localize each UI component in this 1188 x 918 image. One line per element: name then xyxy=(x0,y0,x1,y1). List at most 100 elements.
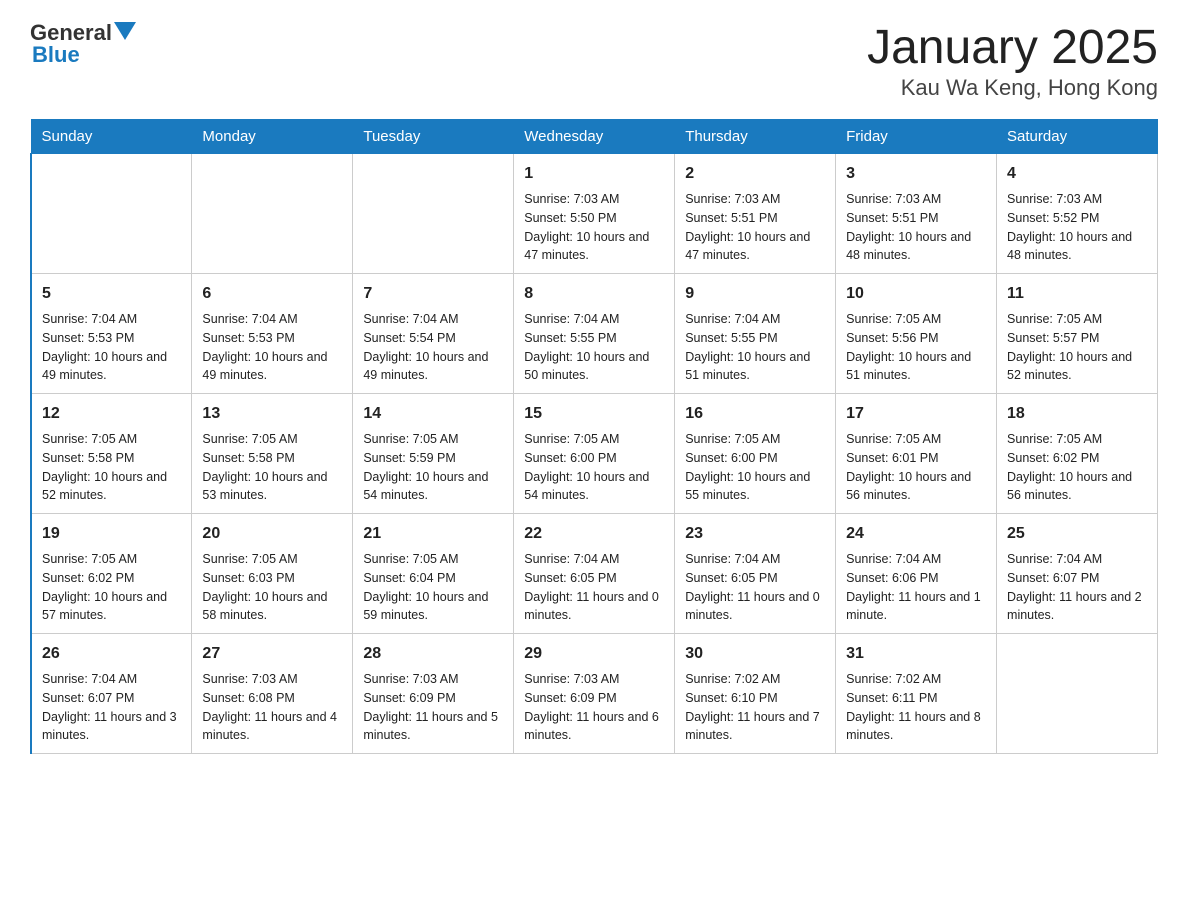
calendar-cell: 29 Sunrise: 7:03 AMSunset: 6:09 PMDayligh… xyxy=(514,634,675,754)
day-number: 1 xyxy=(524,162,664,186)
calendar-cell: 11 Sunrise: 7:05 AMSunset: 5:57 PMDayligh… xyxy=(997,274,1158,394)
calendar-table: Sunday Monday Tuesday Wednesday Thursday… xyxy=(30,119,1158,754)
calendar-cell: 7 Sunrise: 7:04 AMSunset: 5:54 PMDaylight… xyxy=(353,274,514,394)
col-monday: Monday xyxy=(192,120,353,154)
calendar-cell xyxy=(31,154,192,274)
day-info: Sunrise: 7:05 AMSunset: 6:00 PMDaylight:… xyxy=(685,430,825,505)
calendar-cell: 17Sunrise: 7:05 AMSunset: 6:01 PMDayligh… xyxy=(836,394,997,514)
calendar-cell: 19Sunrise: 7:05 AMSunset: 6:02 PMDayligh… xyxy=(31,514,192,634)
col-tuesday: Tuesday xyxy=(353,120,514,154)
day-info: Sunrise: 7:02 AMSunset: 6:11 PMDaylight:… xyxy=(846,670,986,745)
title-block: January 2025 Kau Wa Keng, Hong Kong xyxy=(867,20,1158,101)
day-number: 10 xyxy=(846,282,986,306)
week-row-4: 19Sunrise: 7:05 AMSunset: 6:02 PMDayligh… xyxy=(31,514,1158,634)
calendar-cell: 15 Sunrise: 7:05 AMSunset: 6:00 PMDayligh… xyxy=(514,394,675,514)
calendar-cell: 12Sunrise: 7:05 AMSunset: 5:58 PMDayligh… xyxy=(31,394,192,514)
day-number: 11 xyxy=(1007,282,1147,306)
day-number: 13 xyxy=(202,402,342,426)
days-of-week-row: Sunday Monday Tuesday Wednesday Thursday… xyxy=(31,120,1158,154)
day-info: Sunrise: 7:05 AMSunset: 6:03 PMDaylight:… xyxy=(202,550,342,625)
day-number: 3 xyxy=(846,162,986,186)
day-info: Sunrise: 7:05 AMSunset: 6:04 PMDaylight:… xyxy=(363,550,503,625)
day-info: Sunrise: 7:05 AMSunset: 5:59 PMDaylight:… xyxy=(363,430,503,505)
day-number: 5 xyxy=(42,282,181,306)
calendar-cell xyxy=(997,634,1158,754)
day-info: Sunrise: 7:05 AMSunset: 6:02 PMDaylight:… xyxy=(1007,430,1147,505)
day-info: Sunrise: 7:05 AMSunset: 5:58 PMDaylight:… xyxy=(42,430,181,505)
calendar-cell: 23Sunrise: 7:04 AMSunset: 6:05 PMDayligh… xyxy=(675,514,836,634)
calendar-cell: 5 Sunrise: 7:04 AMSunset: 5:53 PMDaylight… xyxy=(31,274,192,394)
calendar-body: 1Sunrise: 7:03 AMSunset: 5:50 PMDaylight… xyxy=(31,154,1158,754)
week-row-2: 5 Sunrise: 7:04 AMSunset: 5:53 PMDaylight… xyxy=(31,274,1158,394)
calendar-cell: 26 Sunrise: 7:04 AMSunset: 6:07 PMDayligh… xyxy=(31,634,192,754)
day-number: 4 xyxy=(1007,162,1147,186)
week-row-1: 1Sunrise: 7:03 AMSunset: 5:50 PMDaylight… xyxy=(31,154,1158,274)
col-sunday: Sunday xyxy=(31,120,192,154)
day-info: Sunrise: 7:04 AMSunset: 6:07 PMDaylight:… xyxy=(1007,550,1147,625)
calendar-title: January 2025 xyxy=(867,20,1158,75)
day-info: Sunrise: 7:05 AMSunset: 5:58 PMDaylight:… xyxy=(202,430,342,505)
calendar-cell: 30 Sunrise: 7:02 AMSunset: 6:10 PMDayligh… xyxy=(675,634,836,754)
day-info: Sunrise: 7:04 AMSunset: 6:07 PMDaylight:… xyxy=(42,670,181,745)
day-info: Sunrise: 7:04 AMSunset: 5:53 PMDaylight:… xyxy=(42,310,181,385)
logo-blue-text: Blue xyxy=(30,42,80,68)
calendar-cell xyxy=(353,154,514,274)
day-number: 23 xyxy=(685,522,825,546)
calendar-cell: 9 Sunrise: 7:04 AMSunset: 5:55 PMDaylight… xyxy=(675,274,836,394)
day-info: Sunrise: 7:05 AMSunset: 6:00 PMDaylight:… xyxy=(524,430,664,505)
day-number: 20 xyxy=(202,522,342,546)
calendar-cell: 24 Sunrise: 7:04 AMSunset: 6:06 PMDayligh… xyxy=(836,514,997,634)
calendar-cell: 6Sunrise: 7:04 AMSunset: 5:53 PMDaylight… xyxy=(192,274,353,394)
week-row-3: 12Sunrise: 7:05 AMSunset: 5:58 PMDayligh… xyxy=(31,394,1158,514)
day-info: Sunrise: 7:03 AMSunset: 5:51 PMDaylight:… xyxy=(846,190,986,265)
logo-triangle-icon xyxy=(114,22,136,40)
calendar-cell: 18 Sunrise: 7:05 AMSunset: 6:02 PMDayligh… xyxy=(997,394,1158,514)
day-number: 9 xyxy=(685,282,825,306)
day-info: Sunrise: 7:03 AMSunset: 6:08 PMDaylight:… xyxy=(202,670,342,745)
day-number: 15 xyxy=(524,402,664,426)
calendar-cell: 3 Sunrise: 7:03 AMSunset: 5:51 PMDaylight… xyxy=(836,154,997,274)
day-number: 24 xyxy=(846,522,986,546)
calendar-cell: 20 Sunrise: 7:05 AMSunset: 6:03 PMDayligh… xyxy=(192,514,353,634)
col-thursday: Thursday xyxy=(675,120,836,154)
calendar-cell: 25 Sunrise: 7:04 AMSunset: 6:07 PMDayligh… xyxy=(997,514,1158,634)
calendar-cell: 27 Sunrise: 7:03 AMSunset: 6:08 PMDayligh… xyxy=(192,634,353,754)
day-info: Sunrise: 7:03 AMSunset: 5:51 PMDaylight:… xyxy=(685,190,825,265)
day-info: Sunrise: 7:04 AMSunset: 5:55 PMDaylight:… xyxy=(685,310,825,385)
day-info: Sunrise: 7:04 AMSunset: 5:54 PMDaylight:… xyxy=(363,310,503,385)
day-number: 6 xyxy=(202,282,342,306)
calendar-cell: 4 Sunrise: 7:03 AMSunset: 5:52 PMDaylight… xyxy=(997,154,1158,274)
day-number: 31 xyxy=(846,642,986,666)
calendar-cell: 31 Sunrise: 7:02 AMSunset: 6:11 PMDayligh… xyxy=(836,634,997,754)
week-row-5: 26 Sunrise: 7:04 AMSunset: 6:07 PMDayligh… xyxy=(31,634,1158,754)
calendar-subtitle: Kau Wa Keng, Hong Kong xyxy=(867,75,1158,101)
day-number: 25 xyxy=(1007,522,1147,546)
day-number: 17 xyxy=(846,402,986,426)
calendar-cell: 8Sunrise: 7:04 AMSunset: 5:55 PMDaylight… xyxy=(514,274,675,394)
calendar-cell: 1Sunrise: 7:03 AMSunset: 5:50 PMDaylight… xyxy=(514,154,675,274)
day-info: Sunrise: 7:02 AMSunset: 6:10 PMDaylight:… xyxy=(685,670,825,745)
day-number: 7 xyxy=(363,282,503,306)
day-number: 2 xyxy=(685,162,825,186)
day-info: Sunrise: 7:03 AMSunset: 5:52 PMDaylight:… xyxy=(1007,190,1147,265)
day-number: 27 xyxy=(202,642,342,666)
calendar-cell: 13 Sunrise: 7:05 AMSunset: 5:58 PMDayligh… xyxy=(192,394,353,514)
day-number: 30 xyxy=(685,642,825,666)
day-number: 14 xyxy=(363,402,503,426)
col-wednesday: Wednesday xyxy=(514,120,675,154)
day-info: Sunrise: 7:04 AMSunset: 6:06 PMDaylight:… xyxy=(846,550,986,625)
calendar-cell: 16Sunrise: 7:05 AMSunset: 6:00 PMDayligh… xyxy=(675,394,836,514)
day-number: 29 xyxy=(524,642,664,666)
calendar-cell: 22Sunrise: 7:04 AMSunset: 6:05 PMDayligh… xyxy=(514,514,675,634)
calendar-cell: 14 Sunrise: 7:05 AMSunset: 5:59 PMDayligh… xyxy=(353,394,514,514)
day-info: Sunrise: 7:05 AMSunset: 5:57 PMDaylight:… xyxy=(1007,310,1147,385)
day-info: Sunrise: 7:04 AMSunset: 5:55 PMDaylight:… xyxy=(524,310,664,385)
day-info: Sunrise: 7:05 AMSunset: 6:02 PMDaylight:… xyxy=(42,550,181,625)
day-number: 21 xyxy=(363,522,503,546)
day-number: 28 xyxy=(363,642,503,666)
calendar-cell: 21 Sunrise: 7:05 AMSunset: 6:04 PMDayligh… xyxy=(353,514,514,634)
day-number: 26 xyxy=(42,642,181,666)
day-info: Sunrise: 7:03 AMSunset: 6:09 PMDaylight:… xyxy=(524,670,664,745)
day-number: 18 xyxy=(1007,402,1147,426)
logo: General Blue xyxy=(30,20,136,68)
